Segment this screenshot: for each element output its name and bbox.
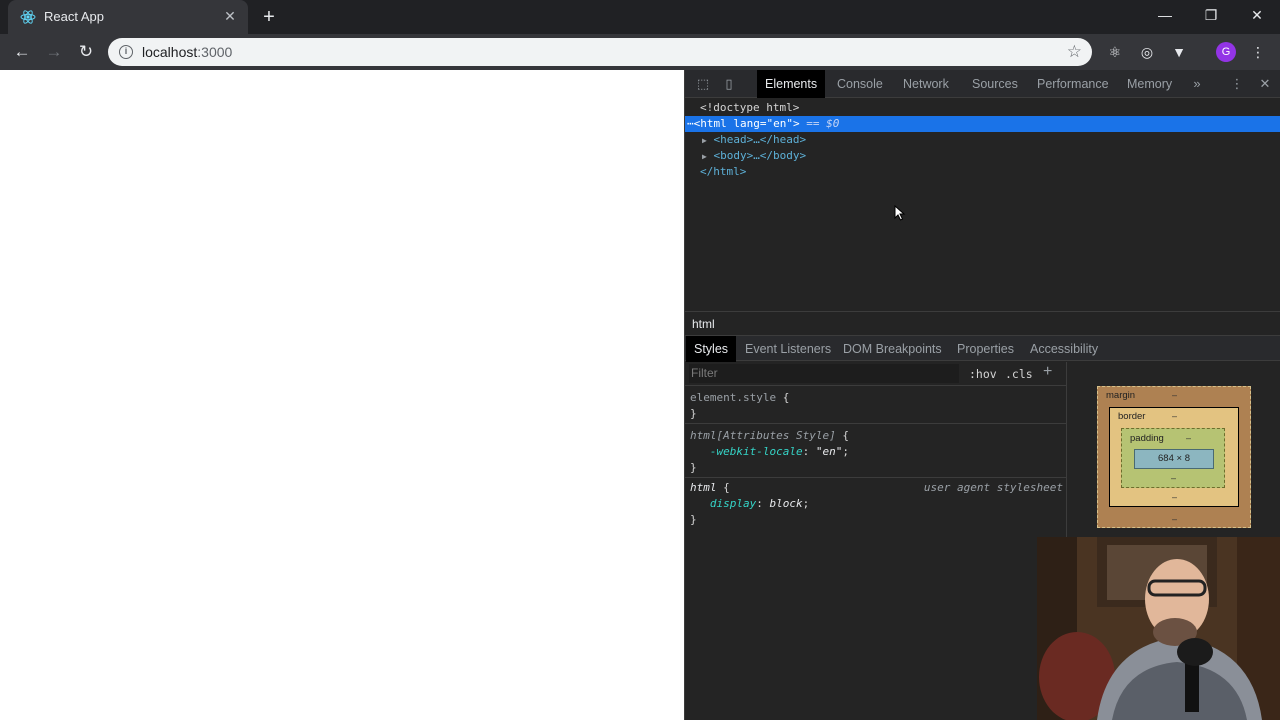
react-devtools-extension-icon[interactable]: ⚛ — [1105, 42, 1125, 62]
rule-selector: html — [690, 481, 717, 494]
margin-bottom-value: – — [1172, 514, 1178, 524]
url-port: :3000 — [197, 44, 233, 60]
dom-html-close-bracket: > — [793, 117, 800, 130]
border-top-value: – — [1172, 411, 1178, 421]
bookmark-star-icon[interactable]: ☆ — [1067, 42, 1082, 62]
webcam-overlay — [1037, 537, 1280, 720]
minimize-button[interactable]: — — [1142, 0, 1188, 30]
browser-tab-strip: React App ✕ + — ❐ ✕ — [0, 0, 1280, 34]
border-label: border — [1118, 411, 1146, 422]
dom-body: <body>…</body> — [713, 149, 807, 162]
rule-element-style: element.style { } — [685, 390, 1067, 424]
subtab-event-listeners[interactable]: Event Listeners — [737, 336, 839, 362]
styles-pane: Filter :hov .cls + element.style { } htm… — [685, 362, 1067, 720]
browser-menu-icon[interactable]: ⋮ — [1248, 42, 1268, 62]
devtools-menu-icon[interactable]: ⋮ — [1229, 76, 1245, 92]
extension-circle-icon[interactable]: ◎ — [1137, 42, 1157, 62]
css-value[interactable]: block — [769, 497, 802, 510]
browser-toolbar: ← → ↻ i localhost:3000 ☆ ⚛ ◎ ▼ G ⋮ — [0, 34, 1280, 70]
css-value[interactable]: "en" — [816, 445, 843, 458]
browser-tab[interactable]: React App ✕ — [8, 0, 248, 34]
react-icon — [20, 10, 36, 24]
styles-filter-input[interactable]: Filter — [689, 364, 959, 383]
dom-selected-marker: == $0 — [806, 117, 840, 130]
dom-html-line-selected[interactable]: ⋯<html lang="en"> == $0 — [685, 116, 1280, 132]
presenter-video-image — [1037, 537, 1280, 720]
tab-console[interactable]: Console — [829, 70, 891, 98]
more-tabs-icon[interactable]: » — [1189, 76, 1205, 92]
back-button[interactable]: ← — [10, 40, 34, 64]
devtools-close-icon[interactable]: ✕ — [1257, 76, 1273, 92]
subtab-properties[interactable]: Properties — [949, 336, 1022, 362]
box-model-content[interactable]: 684 × 8 — [1134, 449, 1214, 469]
tab-close-icon[interactable]: ✕ — [222, 8, 238, 24]
dom-html-end: </html> — [700, 165, 747, 178]
tab-sources[interactable]: Sources — [964, 70, 1026, 98]
url-text: localhost:3000 — [142, 44, 232, 60]
dom-html-attr: lang — [733, 117, 760, 130]
tab-title: React App — [44, 9, 104, 24]
padding-bottom-value: – — [1171, 473, 1177, 483]
dom-body-line[interactable]: ▶ <body>…</body> — [685, 148, 1280, 164]
padding-label: padding — [1130, 433, 1164, 444]
expand-triangle-icon[interactable]: ▶ — [702, 136, 707, 145]
css-property[interactable]: display — [710, 497, 756, 510]
rule-selector: html[Attributes Style] — [690, 429, 836, 442]
mouse-cursor-icon — [894, 205, 906, 221]
box-model-diagram: margin – – border – – padding – – 684 × … — [1067, 362, 1280, 532]
margin-top-value: – — [1172, 390, 1178, 400]
screen: React App ✕ + — ❐ ✕ ← → ↻ i localhost:30… — [0, 0, 1280, 720]
dom-doctype-line[interactable]: <!doctype html> — [685, 100, 1280, 116]
close-window-button[interactable]: ✕ — [1234, 0, 1280, 30]
box-model-border[interactable]: border – – padding – – 684 × 8 — [1109, 407, 1239, 507]
dom-doctype: <!doctype html> — [700, 101, 800, 114]
css-property[interactable]: -webkit-locale — [710, 445, 803, 458]
breadcrumb: html — [685, 311, 1280, 335]
breadcrumb-item-html[interactable]: html — [692, 317, 715, 331]
rule-html-user-agent: html {user agent stylesheet display: blo… — [690, 481, 1063, 526]
border-bottom-value: – — [1172, 492, 1178, 502]
subtab-styles[interactable]: Styles — [686, 336, 737, 362]
dom-html-attr-val: "en" — [766, 117, 794, 130]
dom-head-line[interactable]: ▶ <head>…</head> — [685, 132, 1280, 148]
devtools-tab-bar: ⬚ ▯ Elements Console Network Sources Per… — [685, 70, 1280, 98]
dom-html-end-line[interactable]: </html> — [685, 164, 1280, 180]
dom-tree: <!doctype html> ⋯<html lang="en"> == $0 … — [685, 100, 1280, 310]
tab-memory[interactable]: Memory — [1119, 70, 1180, 98]
box-model-margin[interactable]: margin – – border – – padding – – 684 × … — [1097, 386, 1251, 528]
styles-subtab-bar: Styles Event Listeners DOM Breakpoints P… — [685, 335, 1280, 362]
hov-toggle[interactable]: :hov — [969, 367, 997, 381]
restore-button[interactable]: ❐ — [1188, 0, 1234, 30]
address-bar[interactable]: i localhost:3000 ☆ — [108, 38, 1092, 66]
tab-performance[interactable]: Performance — [1029, 70, 1117, 98]
dom-head: <head>…</head> — [713, 133, 807, 146]
tab-network[interactable]: Network — [895, 70, 957, 98]
margin-label: margin — [1106, 390, 1136, 401]
reload-button[interactable]: ↻ — [74, 40, 98, 64]
inspect-element-icon[interactable]: ⬚ — [695, 76, 711, 92]
vue-extension-icon[interactable]: ▼ — [1169, 42, 1189, 62]
subtab-accessibility[interactable]: Accessibility — [1022, 336, 1106, 362]
box-model-padding[interactable]: padding – – 684 × 8 — [1121, 428, 1225, 488]
info-icon[interactable]: i — [119, 45, 133, 59]
profile-avatar[interactable]: G — [1216, 42, 1236, 62]
rule-selector: element.style — [690, 391, 777, 404]
dom-html-open: <html — [693, 117, 727, 130]
rule-attributes-style: html[Attributes Style] { -webkit-locale:… — [685, 428, 1067, 478]
forward-button[interactable]: → — [42, 40, 66, 64]
new-tab-button[interactable]: + — [258, 6, 280, 28]
new-style-rule-icon[interactable]: + — [1043, 363, 1052, 381]
expand-triangle-icon[interactable]: ▶ — [702, 152, 707, 161]
padding-top-value: – — [1186, 433, 1192, 443]
page-viewport — [0, 70, 684, 720]
device-toolbar-icon[interactable]: ▯ — [721, 76, 737, 92]
cls-toggle[interactable]: .cls — [1005, 367, 1033, 381]
styles-filter-bar: Filter :hov .cls + — [685, 362, 1067, 386]
rule-source: user agent stylesheet — [923, 481, 1063, 494]
ellipsis-icon: ⋯ — [687, 117, 694, 130]
subtab-dom-breakpoints[interactable]: DOM Breakpoints — [835, 336, 950, 362]
url-host: localhost — [142, 44, 198, 60]
tab-elements[interactable]: Elements — [757, 70, 826, 98]
